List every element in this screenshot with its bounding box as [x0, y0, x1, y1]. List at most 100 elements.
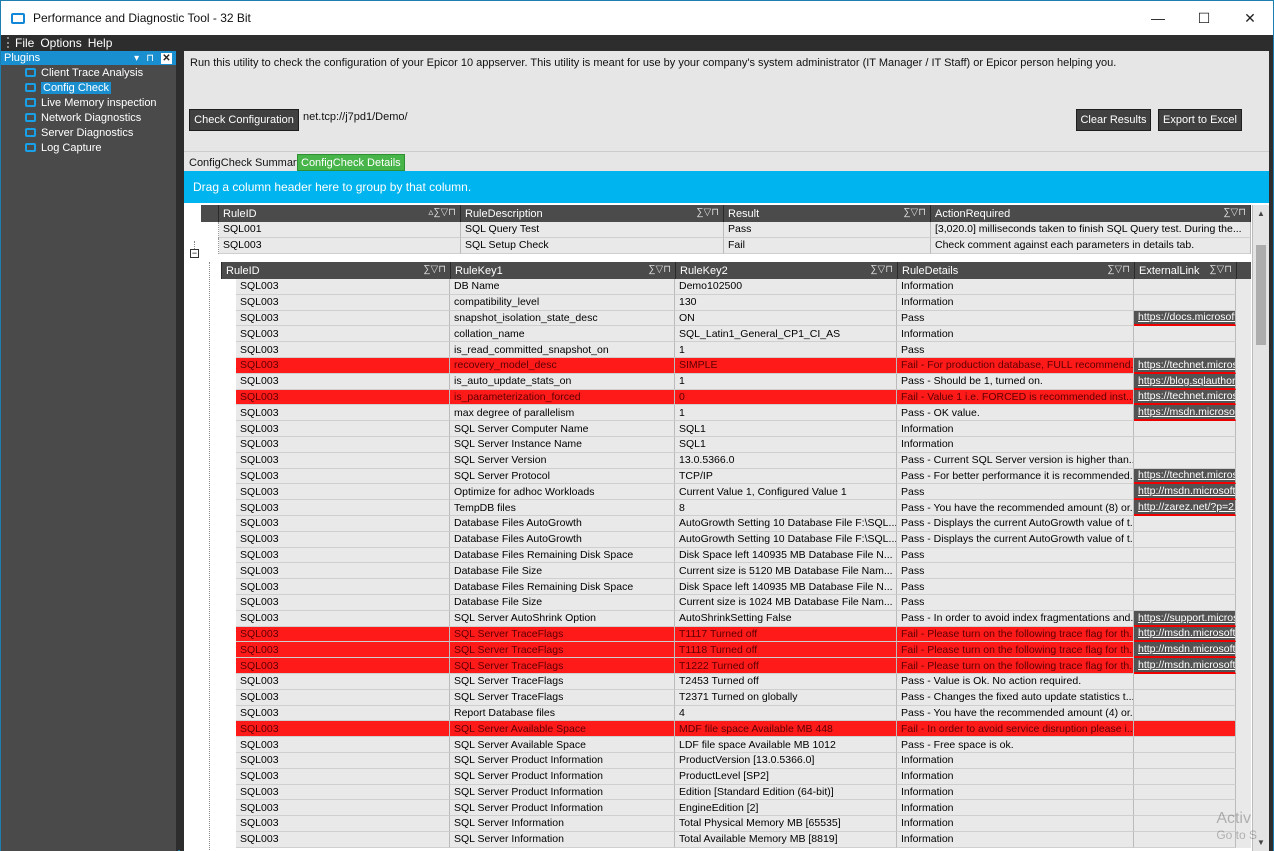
detail-row[interactable]: SQL003 SQL Server TraceFlags T1222 Turned … — [221, 658, 1251, 674]
detail-row[interactable]: SQL003 Database Files AutoGrowth AutoGrowt… — [221, 515, 1251, 532]
external-link[interactable]: https://technet.microsoft... — [1134, 357, 1236, 374]
row-indicator — [221, 405, 236, 422]
close-panel-icon[interactable]: ✕ — [161, 52, 172, 64]
detail-row[interactable]: SQL003 Database Files AutoGrowth AutoGrowt… — [221, 531, 1251, 548]
external-link[interactable]: https://docs.microsoft.co... — [1134, 310, 1236, 327]
maximize-button[interactable]: ☐ — [1181, 1, 1227, 35]
menu-file[interactable]: File — [15, 36, 34, 50]
detail-row[interactable]: SQL003 SQL Server Product Information Prod… — [221, 752, 1251, 769]
detail-row[interactable]: SQL003 SQL Server Information Total Physic… — [221, 816, 1251, 832]
collapse-icon[interactable]: − — [190, 249, 199, 258]
detail-row[interactable]: SQL003 SQL Server Available Space LDF file… — [221, 737, 1251, 753]
column-filter-icon[interactable]: ∑▽⊓ — [1223, 207, 1246, 218]
column-header[interactable]: ActionRequired ∑▽⊓ — [931, 205, 1251, 222]
detail-row[interactable]: SQL003 SQL Server Protocol TCP/IP Pass - Fo… — [221, 468, 1251, 485]
detail-row[interactable]: SQL003 SQL Server TraceFlags T2453 Turned … — [221, 673, 1251, 690]
detail-row[interactable]: SQL003 snapshot_isolation_state_desc ON Pas… — [221, 310, 1251, 327]
detail-row[interactable]: SQL003 compatibility_level 130 Information — [221, 294, 1251, 311]
external-link[interactable]: https://blog.sqlauthority.c... — [1134, 373, 1236, 390]
detail-row[interactable]: SQL003 SQL Server Instance Name SQL1 Inform… — [221, 436, 1251, 453]
scroll-thumb[interactable] — [1256, 245, 1266, 345]
column-header[interactable]: RuleDescription ∑▽⊓ — [461, 205, 724, 222]
detail-row[interactable]: SQL003 SQL Server Product Information Engi… — [221, 800, 1251, 817]
clear-results-button[interactable]: Clear Results — [1076, 109, 1151, 131]
detail-row[interactable]: SQL003 max degree of parallelism 1 Pass - O… — [221, 405, 1251, 422]
detail-row[interactable]: SQL003 SQL Server Product Information Edit… — [221, 784, 1251, 801]
external-link[interactable]: https://technet.microsoft... — [1134, 389, 1236, 406]
detail-row[interactable]: SQL003 is_read_committed_snapshot_on 1 Pass — [221, 342, 1251, 358]
tab-configcheck-details[interactable]: ConfigCheck Details — [297, 154, 405, 171]
column-header[interactable]: RuleID ▵∑▽⊓ — [219, 205, 461, 222]
table-row[interactable]: SQL001 SQL Query Test Pass [3,020.0] millis… — [201, 222, 1251, 238]
detail-row[interactable]: SQL003 SQL Server AutoShrink Option AutoSh… — [221, 610, 1251, 627]
detail-row[interactable]: SQL003 SQL Server TraceFlags T2371 Turned … — [221, 689, 1251, 706]
external-link[interactable]: https://support.microsoft... — [1134, 610, 1236, 627]
detail-row[interactable]: SQL003 Report Database files 4 Pass - You h… — [221, 705, 1251, 722]
detail-row[interactable]: SQL003 recovery_model_desc SIMPLE Fail - Fo… — [221, 357, 1251, 374]
column-filter-icon[interactable]: ∑▽⊓ — [1209, 264, 1232, 275]
detail-row[interactable]: SQL003 SQL Server TraceFlags T1118 Turned … — [221, 642, 1251, 659]
details-grid-area: Drag a column header here to group by th… — [184, 171, 1269, 851]
scroll-down-icon[interactable]: ▼ — [1257, 838, 1265, 847]
row-indicator — [221, 721, 236, 738]
close-button[interactable]: ✕ — [1227, 1, 1273, 35]
column-filter-icon[interactable]: ∑▽⊓ — [903, 207, 926, 218]
column-header[interactable]: RuleID ∑▽⊓ — [222, 262, 451, 279]
detail-row[interactable]: SQL003 collation_name SQL_Latin1_General_C… — [221, 326, 1251, 343]
column-header[interactable]: RuleKey1 ∑▽⊓ — [451, 262, 676, 279]
dropdown-icon[interactable]: ▾ — [134, 53, 139, 64]
detail-row[interactable]: SQL003 Database File Size Current size is… — [221, 594, 1251, 611]
group-by-area[interactable]: Drag a column header here to group by th… — [184, 171, 1269, 203]
external-link[interactable]: https://msdn.microsoft.c... — [1134, 405, 1236, 422]
detail-row[interactable]: SQL003 SQL Server Product Information Prod… — [221, 768, 1251, 785]
external-link[interactable]: http://zarez.net/?p=2130 — [1134, 500, 1236, 516]
column-filter-icon[interactable]: ∑▽⊓ — [423, 264, 446, 275]
column-header[interactable]: RuleDetails ∑▽⊓ — [898, 262, 1135, 279]
external-link[interactable]: http://msdn.microsoft.co... — [1134, 484, 1236, 501]
sidebar-item[interactable]: Log Capture — [1, 140, 176, 155]
vertical-scrollbar[interactable]: ▲ ▼ — [1252, 205, 1269, 851]
table-cell: compatibility_level — [450, 294, 675, 311]
menu-help[interactable]: Help — [88, 36, 113, 50]
external-link[interactable]: https://technet.microsoft... — [1134, 468, 1236, 485]
column-filter-icon[interactable]: ∑▽⊓ — [696, 207, 719, 218]
detail-row[interactable]: SQL003 TempDB files 8 Pass - You have the r… — [221, 500, 1251, 516]
column-header[interactable]: RuleKey2 ∑▽⊓ — [676, 262, 898, 279]
detail-row[interactable]: SQL003 SQL Server Available Space MDF file… — [221, 721, 1251, 738]
sidebar-item[interactable]: Server Diagnostics — [1, 125, 176, 140]
sidebar-item[interactable]: Config Check — [1, 80, 176, 95]
column-filter-icon[interactable]: ▵∑▽⊓ — [428, 207, 456, 218]
row-indicator — [221, 816, 236, 832]
detail-row[interactable]: SQL003 is_auto_update_stats_on 1 Pass - Sho… — [221, 373, 1251, 390]
external-link[interactable]: http://msdn.microsoft.co... — [1134, 642, 1236, 659]
detail-row[interactable]: SQL003 SQL Server Computer Name SQL1 Inform… — [221, 421, 1251, 437]
table-row[interactable]: SQL003 SQL Setup Check Fail Check comment a… — [201, 237, 1251, 254]
detail-row[interactable]: SQL003 SQL Server Information Total Availa… — [221, 831, 1251, 848]
column-filter-icon[interactable]: ∑▽⊓ — [870, 264, 893, 275]
column-filter-icon[interactable]: ∑▽⊓ — [1107, 264, 1130, 275]
minimize-button[interactable]: — — [1135, 1, 1181, 35]
pin-icon[interactable]: ⊓ — [146, 53, 154, 64]
sidebar-item[interactable]: Live Memory inspection — [1, 95, 176, 110]
detail-row[interactable]: SQL003 DB Name Demo102500 Information — [221, 279, 1251, 295]
scroll-up-icon[interactable]: ▲ — [1257, 209, 1265, 218]
detail-row[interactable]: SQL003 Database Files Remaining Disk Spac… — [221, 547, 1251, 564]
menu-options[interactable]: Options — [40, 36, 81, 50]
detail-row[interactable]: SQL003 Database Files Remaining Disk Spac… — [221, 579, 1251, 595]
column-header[interactable]: ExternalLink ∑▽⊓ — [1135, 262, 1237, 279]
detail-row[interactable]: SQL003 SQL Server TraceFlags T1117 Turned … — [221, 626, 1251, 643]
detail-row[interactable]: SQL003 SQL Server Version 13.0.5366.0 Pass … — [221, 452, 1251, 469]
detail-row[interactable]: SQL003 Optimize for adhoc Workloads Curren… — [221, 484, 1251, 501]
export-to-excel-button[interactable]: Export to Excel — [1158, 109, 1242, 131]
external-link[interactable]: http://msdn.microsoft.co... — [1134, 626, 1236, 643]
sidebar-item[interactable]: Network Diagnostics — [1, 110, 176, 125]
check-configuration-button[interactable]: Check Configuration — [189, 109, 299, 131]
row-indicator — [221, 468, 236, 485]
column-header[interactable]: Result ∑▽⊓ — [724, 205, 931, 222]
sidebar-item[interactable]: Client Trace Analysis — [1, 65, 176, 80]
tab-configcheck-summary[interactable]: ConfigCheck Summary — [186, 154, 305, 171]
detail-row[interactable]: SQL003 is_parameterization_forced 0 Fail - … — [221, 389, 1251, 406]
external-link[interactable]: http://msdn.microsoft.co... — [1134, 658, 1236, 674]
detail-row[interactable]: SQL003 Database File Size Current size is… — [221, 563, 1251, 580]
column-filter-icon[interactable]: ∑▽⊓ — [648, 264, 671, 275]
